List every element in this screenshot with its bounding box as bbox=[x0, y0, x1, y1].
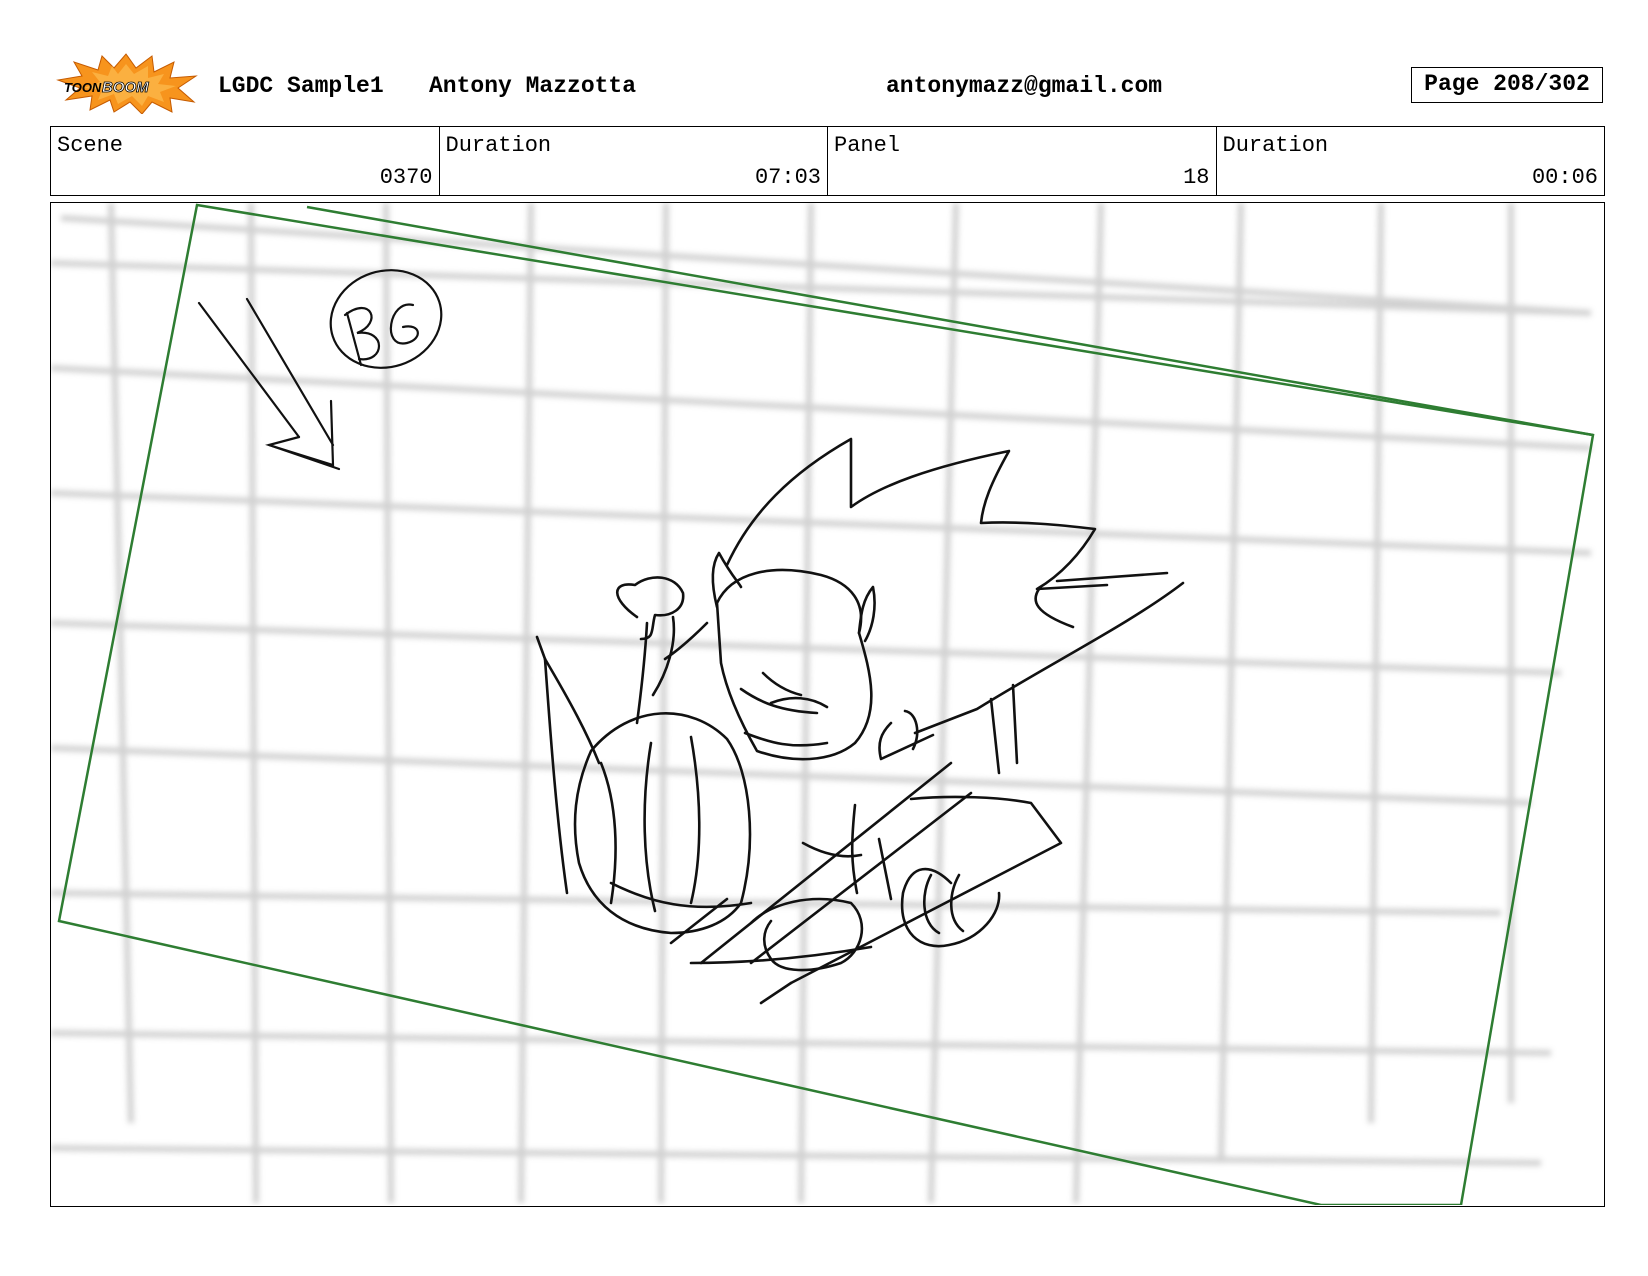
scene-label: Scene bbox=[57, 133, 124, 158]
panel-cell: Panel 18 bbox=[828, 127, 1217, 195]
toon-boom-logo: TOON BOOM bbox=[56, 53, 198, 114]
scene-value: 0370 bbox=[379, 165, 433, 190]
storyboard-panel bbox=[50, 202, 1605, 1207]
scene-duration-label: Duration bbox=[445, 133, 552, 158]
page-number: Page 208/302 bbox=[1411, 67, 1603, 103]
panel-duration-value: 00:06 bbox=[1531, 165, 1598, 190]
panel-value: 18 bbox=[1183, 165, 1210, 190]
scene-duration-value: 07:03 bbox=[754, 165, 821, 190]
author-name: Antony Mazzotta bbox=[429, 73, 637, 99]
panel-label: Panel bbox=[834, 133, 901, 158]
scene-duration-cell: Duration 07:03 bbox=[440, 127, 828, 195]
scene-cell: Scene 0370 bbox=[51, 127, 440, 195]
panel-drawing bbox=[51, 203, 1595, 1205]
panel-duration-label: Duration bbox=[1222, 133, 1329, 158]
project-title: LGDC Sample1 bbox=[218, 73, 384, 99]
scene-info-table: Scene 0370 Duration 07:03 Panel 18 Durat… bbox=[50, 126, 1605, 196]
logo-text-boom: BOOM bbox=[102, 79, 149, 96]
panel-duration-cell: Duration 00:06 bbox=[1217, 127, 1605, 195]
author-email: antonymazz@gmail.com bbox=[886, 73, 1163, 99]
logo-text-toon: TOON bbox=[64, 80, 102, 95]
